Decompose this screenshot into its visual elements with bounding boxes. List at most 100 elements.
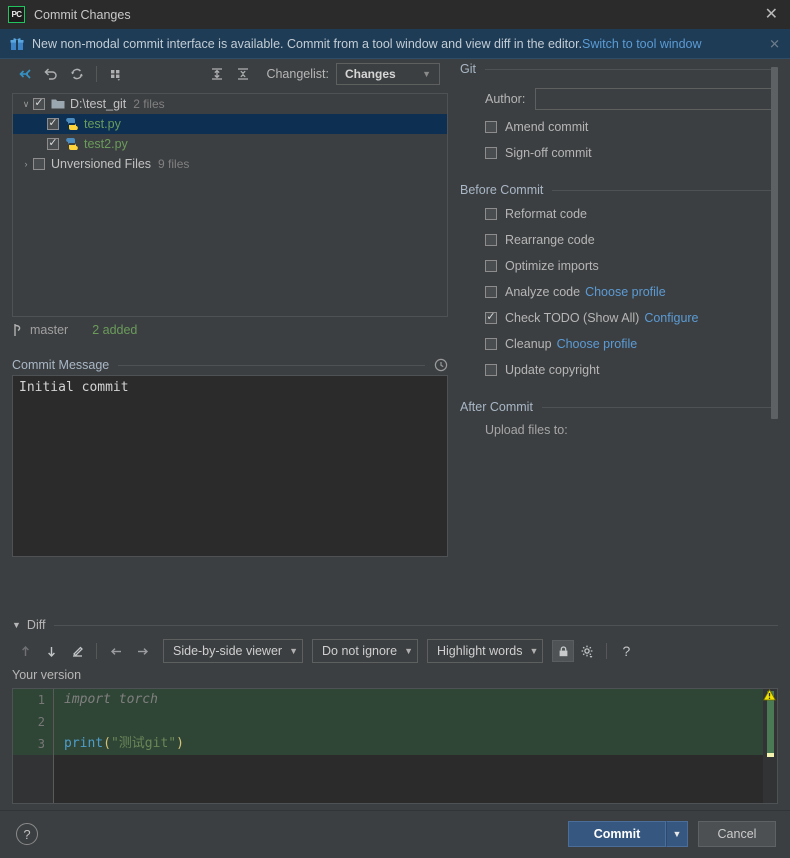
author-label: Author:	[485, 92, 526, 106]
group-by-icon[interactable]	[103, 62, 129, 86]
before-commit-section-header: Before Commit	[452, 183, 790, 197]
diff-code-viewer[interactable]: 1 2 3 import torch print("测试git")	[12, 688, 778, 804]
reformat-code-label: Reformat code	[505, 207, 587, 221]
cleanup-checkbox[interactable]	[485, 338, 497, 350]
next-difference-icon[interactable]	[38, 639, 64, 663]
diff-section-header[interactable]: ▼ Diff	[0, 614, 790, 636]
sign-off-commit-option[interactable]: Sign-off commit	[452, 140, 790, 166]
row-checkbox[interactable]	[33, 98, 45, 110]
amend-commit-checkbox[interactable]	[485, 121, 497, 133]
rearrange-code-option[interactable]: Rearrange code	[452, 227, 790, 253]
chevron-down-icon[interactable]: ▼	[12, 620, 21, 630]
author-input[interactable]	[535, 88, 775, 110]
chevron-right-icon[interactable]: ›	[19, 159, 33, 169]
ignore-mode-value: Do not ignore	[322, 644, 398, 658]
edit-source-icon[interactable]	[64, 639, 90, 663]
chevron-down-icon[interactable]: ∨	[19, 99, 33, 110]
check-todo-option[interactable]: Check TODO (Show All) Configure	[452, 305, 790, 331]
diff-caret-marker	[767, 753, 774, 757]
sign-off-commit-checkbox[interactable]	[485, 147, 497, 159]
refresh-icon[interactable]	[64, 62, 90, 86]
table-row[interactable]: ∨ D:\test_git 2 files	[13, 94, 447, 114]
table-row[interactable]: test.py	[13, 114, 447, 134]
clock-icon[interactable]	[434, 358, 448, 372]
collapse-all-icon[interactable]	[230, 62, 256, 86]
check-todo-checkbox[interactable]	[485, 312, 497, 324]
analyze-code-checkbox[interactable]	[485, 286, 497, 298]
accept-right-icon[interactable]	[129, 639, 155, 663]
changed-files-tree[interactable]: ∨ D:\test_git 2 files test.py	[12, 93, 448, 317]
before-commit-section-title: Before Commit	[460, 183, 544, 197]
diff-pane-label: Your version	[12, 668, 82, 682]
chevron-down-icon: ▼	[289, 646, 298, 656]
rollback-icon[interactable]	[38, 62, 64, 86]
gear-icon[interactable]	[574, 639, 600, 663]
separator-line	[484, 68, 772, 70]
cleanup-label: Cleanup	[505, 337, 552, 351]
accept-left-icon[interactable]	[103, 639, 129, 663]
commit-button[interactable]: Commit	[568, 821, 666, 847]
optimize-imports-checkbox[interactable]	[485, 260, 497, 272]
line-number: 3	[13, 733, 53, 755]
ignore-mode-dropdown[interactable]: Do not ignore ▼	[312, 639, 418, 663]
previous-difference-icon[interactable]	[12, 639, 38, 663]
code-content[interactable]: import torch print("测试git")	[53, 689, 777, 803]
expand-all-icon[interactable]	[204, 62, 230, 86]
lock-icon[interactable]	[552, 640, 575, 662]
sign-off-commit-label: Sign-off commit	[505, 146, 592, 160]
switch-to-tool-window-link[interactable]: Switch to tool window	[582, 37, 702, 51]
help-button[interactable]: ?	[16, 823, 38, 845]
cleanup-option[interactable]: Cleanup Choose profile	[452, 331, 790, 357]
dialog-button-bar: ? Commit ▼ Cancel	[0, 810, 790, 858]
update-copyright-checkbox[interactable]	[485, 364, 497, 376]
branch-icon	[14, 324, 21, 336]
rearrange-code-label: Rearrange code	[505, 233, 595, 247]
question-mark-icon[interactable]: ?	[613, 639, 639, 663]
reformat-code-option[interactable]: Reformat code	[452, 201, 790, 227]
cancel-button[interactable]: Cancel	[698, 821, 776, 847]
changelist-dropdown[interactable]: Changes ▼	[336, 63, 440, 85]
line-number-gutter: 1 2 3	[13, 689, 53, 803]
analyze-code-choose-profile-link[interactable]: Choose profile	[585, 285, 666, 299]
row-checkbox[interactable]	[33, 158, 45, 170]
reformat-code-checkbox[interactable]	[485, 208, 497, 220]
table-row[interactable]: test2.py	[13, 134, 447, 154]
diff-panel: ▼ Diff Side-by-side viewer ▼ Do not igno…	[0, 614, 790, 810]
row-label: Unversioned Files	[51, 157, 152, 171]
update-copyright-option[interactable]: Update copyright	[452, 357, 790, 383]
highlight-mode-dropdown[interactable]: Highlight words ▼	[426, 639, 544, 663]
update-copyright-label: Update copyright	[505, 363, 600, 377]
row-count: 9 files	[158, 157, 190, 171]
warning-triangle-icon[interactable]	[763, 689, 776, 701]
check-todo-configure-link[interactable]: Configure	[644, 311, 698, 325]
code-line: import torch	[54, 689, 777, 711]
close-icon[interactable]: ✕	[765, 6, 778, 23]
show-diff-icon[interactable]	[12, 62, 38, 86]
commit-message-input[interactable]: Initial commit	[12, 375, 448, 557]
notification-close-icon[interactable]: ✕	[769, 37, 780, 50]
viewer-mode-dropdown[interactable]: Side-by-side viewer ▼	[163, 639, 303, 663]
commit-options-chevron-down-icon[interactable]: ▼	[666, 821, 688, 847]
chevron-down-icon: ▼	[404, 646, 413, 656]
window-title-bar: PC Commit Changes ✕	[0, 0, 790, 29]
amend-commit-option[interactable]: Amend commit	[452, 114, 790, 140]
amend-commit-label: Amend commit	[505, 120, 589, 134]
row-checkbox[interactable]	[47, 138, 59, 150]
commit-options-panel: Git Author: Amend commit Sign-off commit…	[452, 59, 790, 614]
row-label: test2.py	[84, 137, 128, 151]
row-checkbox[interactable]	[47, 118, 59, 130]
analyze-code-option[interactable]: Analyze code Choose profile	[452, 279, 790, 305]
check-todo-label: Check TODO (Show All)	[505, 311, 640, 325]
rearrange-code-checkbox[interactable]	[485, 234, 497, 246]
table-row[interactable]: › Unversioned Files 9 files	[13, 154, 447, 174]
diff-marker-strip[interactable]	[763, 689, 777, 803]
separator-line	[0, 810, 790, 811]
toolbar-separator	[96, 643, 97, 659]
options-scrollbar[interactable]	[771, 67, 778, 419]
diff-toolbar: Side-by-side viewer ▼ Do not ignore ▼ Hi…	[0, 636, 790, 666]
changelist-label: Changelist:	[266, 67, 329, 81]
optimize-imports-option[interactable]: Optimize imports	[452, 253, 790, 279]
git-section-header: Git	[452, 62, 790, 76]
cleanup-choose-profile-link[interactable]: Choose profile	[557, 337, 638, 351]
changes-panel: Changelist: Changes ▼ ∨ D:\test_git 2 fi…	[0, 59, 452, 614]
